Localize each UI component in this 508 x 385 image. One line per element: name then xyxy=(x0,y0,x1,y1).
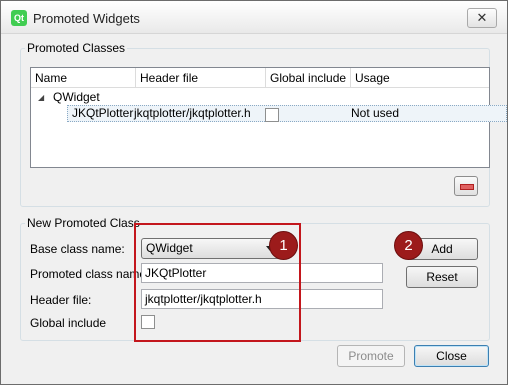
header-file-label: Header file: xyxy=(30,293,92,307)
tree-expander-icon[interactable]: ◢ xyxy=(38,89,44,106)
promoted-classes-title: Promoted Classes xyxy=(25,41,128,55)
cell-usage: Not used xyxy=(351,106,400,120)
column-header-global-include[interactable]: Global include xyxy=(266,68,351,88)
column-header-header-file[interactable]: Header file xyxy=(136,68,266,88)
close-button[interactable]: Close xyxy=(414,345,489,367)
table-row[interactable]: JKQtPlotter jkqtplotter/jkqtplotter.h No… xyxy=(67,105,507,122)
tree-item-qwidget[interactable]: QWidget xyxy=(53,89,100,106)
title-bar: Qt Promoted Widgets ✕ xyxy=(1,1,507,34)
annotation-badge-1: 1 xyxy=(269,231,298,260)
promote-button[interactable]: Promote xyxy=(337,345,405,367)
new-promoted-class-title: New Promoted Class xyxy=(25,216,142,230)
promoted-classes-tree[interactable]: Name Header file Global include Usage ◢ … xyxy=(30,67,507,168)
column-header-usage[interactable]: Usage xyxy=(351,68,489,88)
cell-class-name: JKQtPlotter xyxy=(72,106,134,120)
cell-header-file: jkqtplotter/jkqtplotter.h xyxy=(134,106,251,120)
promoted-class-label: Promoted class name: xyxy=(30,267,150,281)
base-class-label: Base class name: xyxy=(30,242,125,256)
window-title: Promoted Widgets xyxy=(33,11,140,26)
minus-icon xyxy=(460,184,474,190)
annotation-badge-2: 2 xyxy=(394,231,423,260)
promoted-widgets-dialog: Qt Promoted Widgets ✕ Promoted Classes N… xyxy=(0,0,508,385)
global-include-label: Global include xyxy=(30,316,107,330)
reset-button[interactable]: Reset xyxy=(406,266,478,288)
remove-class-button[interactable] xyxy=(454,176,478,196)
close-window-button[interactable]: ✕ xyxy=(467,8,497,28)
cell-global-include-checkbox[interactable] xyxy=(265,108,279,122)
qt-app-icon: Qt xyxy=(11,10,27,26)
column-header-name[interactable]: Name xyxy=(31,68,136,88)
